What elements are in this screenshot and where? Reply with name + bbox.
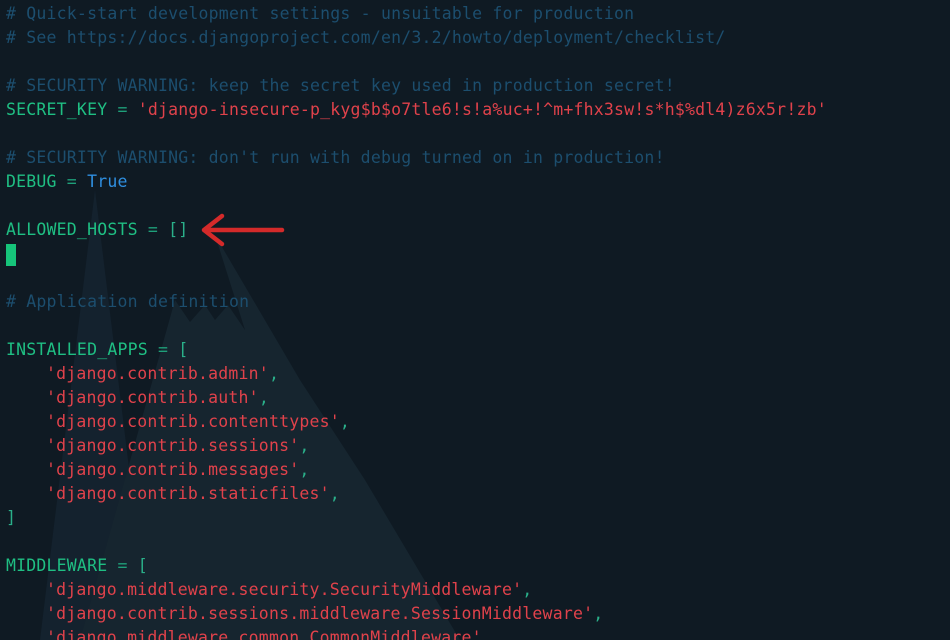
middleware-string: 'django.middleware.security.SecurityMidd… — [46, 580, 523, 599]
app-string: 'django.contrib.messages' — [46, 460, 300, 479]
code-line: 'django.middleware.security.SecurityMidd… — [6, 578, 827, 602]
code-line: 'django.contrib.sessions', — [6, 434, 827, 458]
comma: , — [481, 628, 492, 640]
variable-name: MIDDLEWARE — [6, 556, 108, 575]
code-editor[interactable]: # Quick-start development settings - uns… — [0, 0, 950, 640]
code-line: INSTALLED_APPS = [ — [6, 338, 827, 362]
comma: , — [522, 580, 533, 599]
red-arrow-annotation-icon — [201, 213, 285, 247]
app-string: 'django.contrib.auth' — [46, 388, 259, 407]
code-line: DEBUG = True — [6, 170, 827, 194]
code-line: 'django.middleware.common.CommonMiddlewa… — [6, 626, 827, 640]
comma: , — [329, 484, 340, 503]
code-line: 'django.contrib.sessions.middleware.Sess… — [6, 602, 827, 626]
comma: , — [258, 388, 269, 407]
list-value: [] — [168, 220, 189, 239]
code-line: SECRET_KEY = 'django-insecure-p_kyg$b$o7… — [6, 98, 827, 122]
operator: = — [107, 100, 138, 119]
app-string: 'django.contrib.staticfiles' — [46, 484, 330, 503]
operator: = — [107, 556, 138, 575]
comma: , — [299, 436, 310, 455]
variable-name: INSTALLED_APPS — [6, 340, 148, 359]
bracket-open: [ — [178, 340, 189, 359]
code-line: 'django.contrib.auth', — [6, 386, 827, 410]
code-line: # SECURITY WARNING: keep the secret key … — [6, 74, 827, 98]
comment-text: # See https://docs.djangoproject.com/en/… — [6, 28, 726, 47]
keyword-value: True — [87, 172, 128, 191]
operator: = — [137, 220, 169, 239]
comma: , — [299, 460, 310, 479]
code-line: ALLOWED_HOSTS = [] — [6, 218, 827, 242]
operator: = — [56, 172, 88, 191]
code-line: MIDDLEWARE = [ — [6, 554, 827, 578]
app-string: 'django.contrib.sessions' — [46, 436, 300, 455]
comment-text: # SECURITY WARNING: keep the secret key … — [6, 76, 675, 95]
bracket-close: ] — [6, 508, 17, 527]
code-line: # Quick-start development settings - uns… — [6, 2, 827, 26]
middleware-string: 'django.middleware.common.CommonMiddlewa… — [46, 628, 482, 640]
middleware-string: 'django.contrib.sessions.middleware.Sess… — [46, 604, 594, 623]
code-line-cursor[interactable] — [6, 242, 827, 266]
text-cursor[interactable] — [6, 243, 16, 266]
variable-name: DEBUG — [6, 172, 57, 191]
operator: = — [147, 340, 179, 359]
comma: , — [268, 364, 280, 383]
code-line: 'django.contrib.contenttypes', — [6, 410, 827, 434]
app-string: 'django.contrib.admin' — [46, 364, 269, 383]
app-string: 'django.contrib.contenttypes' — [46, 412, 340, 431]
comma: , — [593, 604, 604, 623]
code-line: # See https://docs.djangoproject.com/en/… — [6, 26, 827, 50]
code-line: # Application definition — [6, 290, 827, 314]
code-line: 'django.contrib.staticfiles', — [6, 482, 827, 506]
comment-text: # SECURITY WARNING: don't run with debug… — [6, 148, 665, 167]
code-line: ] — [6, 506, 827, 530]
string-value: 'django-insecure-p_kyg$b$o7tle6!s!a%uc+!… — [137, 100, 827, 119]
variable-name: SECRET_KEY — [6, 100, 108, 119]
bracket-open: [ — [137, 556, 148, 575]
comment-text: # Quick-start development settings - uns… — [6, 4, 635, 23]
code-line: # SECURITY WARNING: don't run with debug… — [6, 146, 827, 170]
variable-name: ALLOWED_HOSTS — [6, 220, 138, 239]
code-line: 'django.contrib.messages', — [6, 458, 827, 482]
code-content[interactable]: # Quick-start development settings - uns… — [6, 2, 827, 640]
comment-text: # Application definition — [6, 292, 250, 311]
code-line: 'django.contrib.admin', — [6, 362, 827, 386]
comma: , — [339, 412, 351, 431]
